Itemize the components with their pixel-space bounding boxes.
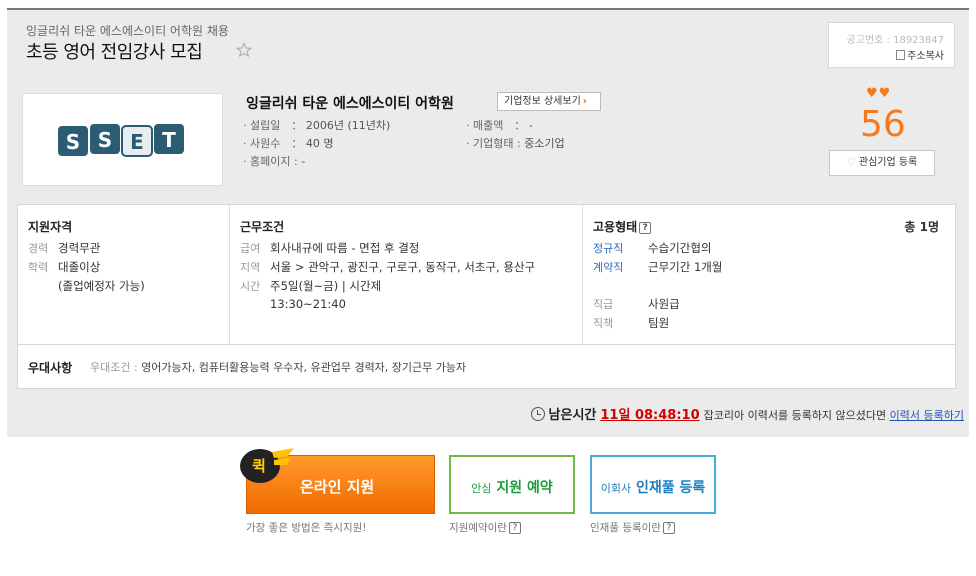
deadline-row: 남은시간 11일 08:48:10 잡코리아 이력서를 등록하지 않으셨다면 이력서… (530, 404, 964, 423)
company-field-employees: · 사원수 ： 40 명 (243, 137, 334, 150)
reserve-caption[interactable]: 지원예약이란? (449, 520, 521, 535)
heart-icon: ♥♥ (866, 86, 892, 101)
online-apply-label: 온라인 지원 (300, 478, 375, 496)
employment-title: 고용형태? (593, 218, 652, 235)
help-icon[interactable]: ? (508, 522, 521, 534)
company-name[interactable]: 잉글리쉬 타운 에스에스이티 어학원 (246, 93, 454, 113)
help-icon[interactable]: ? (662, 522, 675, 534)
copy-address-label: 주소복사 (907, 51, 944, 62)
logo-letter: T (162, 128, 176, 152)
company-logo-box[interactable]: S S E T (22, 93, 223, 186)
company-field-revenue: · 매출액 ： - (466, 119, 533, 132)
preference-text: 우대조건 : 영어가능자, 컴퓨터활용능력 우수자, 유관업무 경력자, 장기근… (90, 361, 467, 374)
conditions-row: 13:30~21:40 (270, 297, 346, 311)
remaining-time-label: 남은시간 (548, 408, 597, 423)
favorite-company-label: 관심기업 등록 (858, 157, 918, 168)
reserve-label: 지원 예약 (496, 480, 553, 496)
apply-caption: 가장 좋은 방법은 즉시지원! (246, 522, 367, 534)
notice-number: 공고번호 : 18923847 (846, 35, 944, 46)
page-title: 초등 영어 전임강사 모집 (26, 42, 203, 63)
chevron-right-icon: › (582, 96, 587, 107)
logo-letter: S (66, 130, 80, 154)
remaining-time-value: 11일 08:48:10 (600, 408, 700, 423)
conditions-title: 근무조건 (240, 220, 285, 234)
notice-info-box: 공고번호 : 18923847 주소복사 (828, 22, 955, 68)
employment-row: 직급 사원급 (593, 297, 680, 311)
company-detail-button[interactable]: 기업정보 상세보기 › (497, 92, 601, 111)
employment-row: 정규직 수습기간협의 (593, 241, 712, 255)
conditions-row: 급여 회사내규에 따름 - 면접 후 결정 (240, 241, 420, 255)
favorite-company-button[interactable]: ♡ 관심기업 등록 (829, 150, 935, 176)
headcount-total: 총 1명 (904, 220, 939, 234)
company-logo: S S E T (58, 124, 184, 157)
qualification-row: 학력 대졸이상 (28, 260, 101, 274)
pool-caption[interactable]: 인재풀 등록이란? (590, 520, 675, 535)
copy-icon (896, 50, 906, 60)
logo-letter: E (130, 130, 144, 154)
copy-address-button[interactable]: 주소복사 (896, 47, 944, 62)
heart-outline-icon: ♡ (846, 157, 856, 168)
resume-message: 잡코리아 이력서를 등록하지 않으셨다면 (703, 409, 887, 422)
employment-row: 계약직 근무기간 1개월 (593, 260, 723, 274)
qualification-row: (졸업예정자 가능) (58, 279, 145, 293)
qualification-row: 경력 경력무관 (28, 241, 101, 255)
company-subtitle[interactable]: 잉글리쉬 타운 에스에스이티 어학원 채용 (26, 22, 229, 39)
company-score: 56 (860, 104, 906, 145)
company-field-homepage: · 홈페이지 : - (243, 155, 306, 168)
employment-row: 직책 팀원 (593, 316, 670, 330)
logo-letter: S (98, 128, 112, 152)
pool-label: 인재풀 등록 (635, 480, 706, 496)
company-detail-label: 기업정보 상세보기 (504, 96, 581, 107)
company-field-type: · 기업형태 : 중소기업 (466, 137, 565, 150)
register-resume-link[interactable]: 이력서 등록하기 (890, 409, 964, 422)
clock-icon (530, 407, 545, 421)
help-icon[interactable]: ? (639, 222, 652, 234)
conditions-row: 지역 서울 > 관악구, 광진구, 구로구, 동작구, 서초구, 용산구 (240, 260, 536, 274)
reserve-prefix: 안심 (471, 482, 492, 495)
preference-box: 우대사항 우대조건 : 영어가능자, 컴퓨터활용능력 우수자, 유관업무 경력자… (17, 345, 956, 389)
star-icon[interactable] (236, 42, 252, 58)
svg-text:퀵: 퀵 (252, 457, 266, 475)
column-divider (582, 205, 583, 344)
talent-pool-button[interactable]: 이회사 인재풀 등록 (590, 455, 716, 514)
requirements-table: 지원자격 경력 경력무관 학력 대졸이상 (졸업예정자 가능) 근무조건 급여 회사내… (17, 204, 956, 345)
pool-prefix: 이회사 (600, 482, 632, 495)
column-divider (229, 205, 230, 344)
company-field-founded: · 설립일 ： 2006년 (11년차) (243, 119, 391, 132)
quick-badge-icon: 퀵 (240, 448, 294, 483)
preference-title: 우대사항 (28, 361, 73, 375)
conditions-row: 시간 주5일(월~금) | 시간제 (240, 279, 382, 293)
reserve-apply-button[interactable]: 안심 지원 예약 (449, 455, 575, 514)
qualification-title: 지원자격 (28, 220, 73, 234)
